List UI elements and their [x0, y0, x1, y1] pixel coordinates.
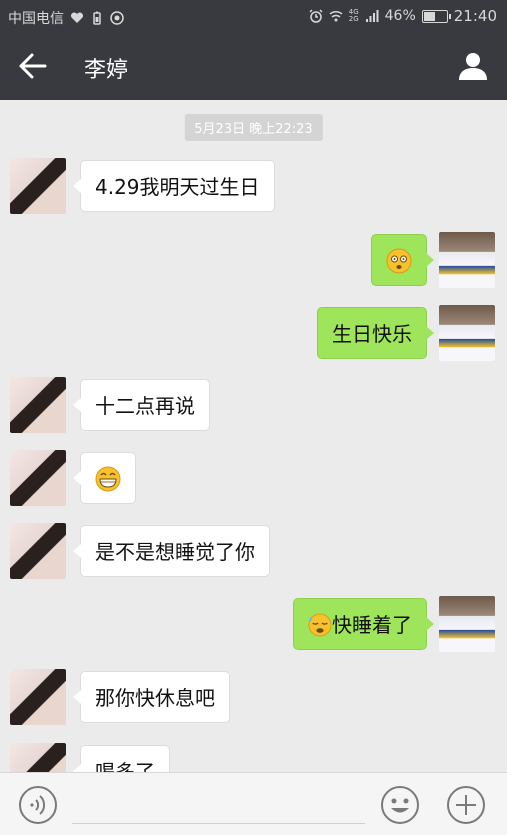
app-notification-icon: [110, 11, 124, 25]
message-bubble[interactable]: 十二点再说: [73, 379, 210, 431]
clock: 21:40: [453, 7, 497, 25]
chat-header: 李婷: [0, 32, 507, 100]
chat-area[interactable]: 5月23日 晚上22:23 4.29我明天过生日 生日快乐 十二点再说 是不是想…: [0, 100, 507, 772]
message-bubble[interactable]: [371, 234, 434, 286]
contact-avatar[interactable]: [10, 669, 66, 725]
message-bubble[interactable]: [73, 452, 136, 504]
profile-button[interactable]: [457, 50, 489, 82]
message-row: 快睡着了: [0, 596, 507, 656]
alarm-icon: [309, 9, 323, 23]
carrier-label: 中国电信: [8, 11, 64, 27]
voice-icon: [30, 795, 46, 815]
input-bar: [0, 772, 507, 835]
plus-icon: [456, 795, 476, 815]
contact-avatar[interactable]: [10, 743, 66, 772]
heart-icon: [70, 12, 84, 23]
contact-avatar[interactable]: [10, 523, 66, 579]
message-row: 十二点再说: [0, 377, 507, 437]
grinning-face-emoji: [95, 466, 121, 491]
emoji-button[interactable]: [380, 785, 420, 825]
my-avatar[interactable]: [439, 232, 495, 288]
message-row: 喝多了: [0, 743, 507, 772]
sleepy-sweat-emoji: [308, 612, 332, 637]
message-bubble[interactable]: 快睡着了: [293, 598, 434, 650]
dizzy-face-emoji: [386, 248, 412, 273]
message-timestamp: 5月23日 晚上22:23: [184, 114, 323, 141]
message-bubble[interactable]: 4.29我明天过生日: [73, 160, 275, 212]
smiley-icon: [391, 798, 409, 813]
my-avatar[interactable]: [439, 305, 495, 361]
battery-icon: [421, 9, 451, 23]
voice-button[interactable]: [18, 785, 58, 825]
message-bubble[interactable]: 喝多了: [73, 745, 170, 772]
message-row: 生日快乐: [0, 305, 507, 365]
back-button[interactable]: [16, 52, 48, 80]
battery-level: [423, 11, 435, 21]
contact-avatar[interactable]: [10, 158, 66, 214]
message-row: 是不是想睡觉了你: [0, 523, 507, 583]
contact-avatar[interactable]: [10, 450, 66, 506]
message-bubble[interactable]: 是不是想睡觉了你: [73, 525, 270, 577]
message-row: 4.29我明天过生日: [0, 158, 507, 218]
signal-icon: [365, 10, 379, 22]
battery-saver-icon: [93, 11, 101, 25]
message-bubble[interactable]: 生日快乐: [317, 307, 434, 359]
message-row: 那你快休息吧: [0, 669, 507, 729]
contact-name: 李婷: [84, 58, 129, 83]
network-type: 4G 2G: [348, 8, 359, 23]
message-row: [0, 450, 507, 510]
wifi-icon: [329, 10, 343, 22]
battery-percent: 46%: [384, 8, 416, 24]
message-row: [0, 232, 507, 292]
person-icon: [459, 53, 487, 80]
message-input[interactable]: [72, 823, 365, 824]
contact-avatar[interactable]: [10, 377, 66, 433]
more-button[interactable]: [446, 785, 486, 825]
arrow-left-icon: [19, 53, 47, 79]
status-bar: 中国电信 4G 2G 46% 21:40: [0, 0, 507, 32]
message-text: 快睡着了: [332, 613, 412, 637]
message-bubble[interactable]: 那你快休息吧: [73, 671, 230, 723]
my-avatar[interactable]: [439, 596, 495, 652]
